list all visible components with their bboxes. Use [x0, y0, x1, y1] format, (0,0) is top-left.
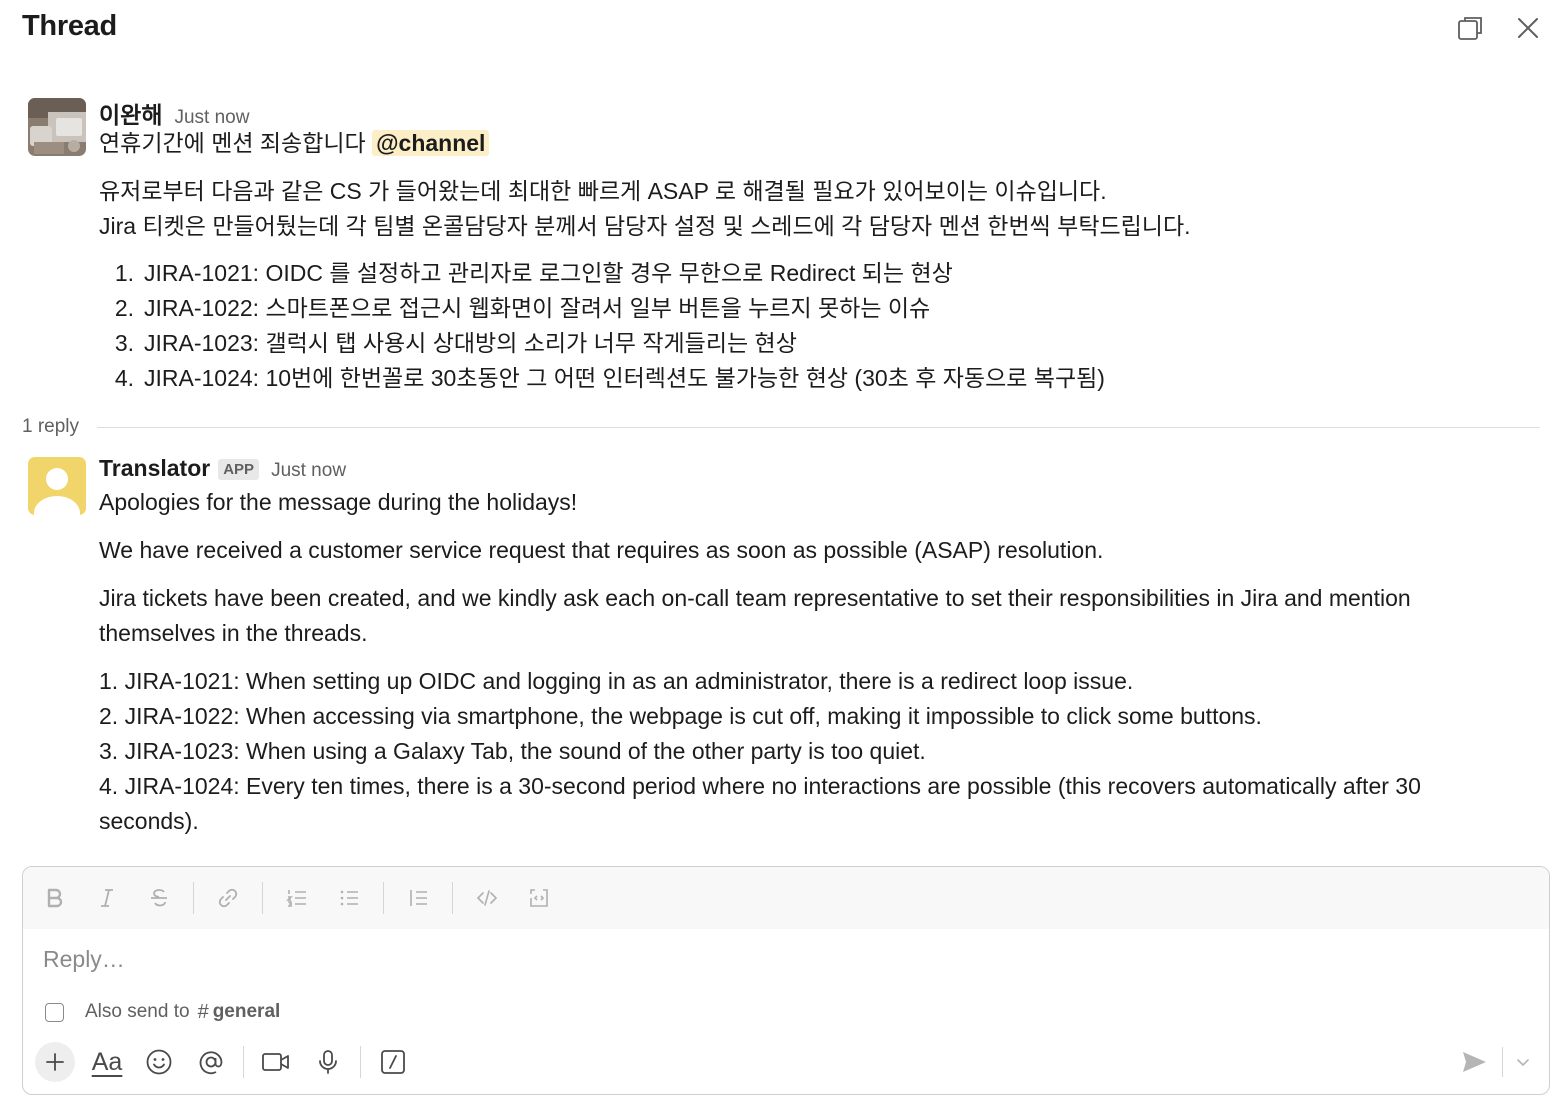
reply-input[interactable]	[43, 937, 1523, 981]
list-item-text: JIRA-1024: 10번에 한번꼴로 30초동안 그 어떤 인터렉션도 불가…	[144, 365, 1105, 391]
open-in-new-window-icon	[1458, 17, 1482, 40]
slash-command-icon	[381, 1050, 405, 1074]
chevron-down-icon	[1517, 1059, 1529, 1067]
list-number: 2.	[114, 295, 134, 321]
list-item-text: JIRA-1022: 스마트폰으로 접근시 웹화면이 잘려서 일부 버튼을 누르…	[144, 295, 931, 321]
timestamp[interactable]: Just now	[271, 460, 346, 482]
issue-list: 1. JIRA-1021: OIDC 를 설정하고 관리자로 로그인할 경우 무한…	[99, 256, 1508, 396]
send-button[interactable]	[1454, 1043, 1494, 1081]
list-item: 1. JIRA-1021: When setting up OIDC and l…	[99, 668, 1134, 694]
formatting-toolbar	[23, 867, 1549, 929]
list-item-text: JIRA-1021: OIDC 를 설정하고 관리자로 로그인할 경우 무한으로…	[144, 260, 953, 286]
author-name[interactable]: 이완해	[99, 96, 162, 130]
strikethrough-icon	[151, 889, 167, 907]
video-icon	[262, 1053, 289, 1071]
list-item: 1. JIRA-1021: OIDC 를 설정하고 관리자로 로그인할 경우 무한…	[99, 256, 1508, 291]
microphone-icon	[319, 1050, 337, 1074]
also-send-option: Also send to # general	[45, 999, 280, 1025]
list-item: 2. JIRA-1022: When accessing via smartph…	[99, 703, 1262, 729]
bulleted-list-icon	[340, 890, 358, 906]
slash-command-button[interactable]	[373, 1042, 413, 1082]
italic-icon	[101, 889, 113, 907]
thread-header: Thread	[0, 0, 1568, 58]
ordered-list-button[interactable]	[279, 880, 315, 916]
divider-line	[97, 426, 1540, 428]
list-item: 3. JIRA-1023: When using a Galaxy Tab, t…	[99, 738, 926, 764]
also-send-label: Also send to	[85, 1001, 190, 1022]
bold-icon	[47, 888, 63, 908]
default-user-avatar-icon	[28, 457, 86, 515]
send-icon	[1463, 1052, 1486, 1072]
ordered-list-icon	[286, 890, 306, 907]
plus-icon	[46, 1053, 64, 1071]
list-item-text: JIRA-1023: 갤럭시 탭 사용시 상대방의 소리가 너무 작게들리는 현…	[144, 330, 797, 356]
user-photo-avatar	[28, 98, 86, 156]
mention-icon	[199, 1051, 223, 1075]
emoji-icon	[146, 1049, 172, 1075]
message-paragraph: Jira tickets have been created, and we k…	[99, 585, 1411, 646]
message-paragraph: Jira 티켓은 만들어뒀는데 각 팀별 온콜담당자 분께서 담당자 설정 및 …	[99, 213, 1191, 239]
message-paragraph: 유저로부터 다음과 같은 CS 가 들어왔는데 최대한 빠르게 ASAP 로 해…	[99, 178, 1107, 204]
code-button[interactable]	[469, 880, 505, 916]
text-format-icon: Aa	[91, 1047, 123, 1076]
message-line: 연휴기간에 멘션 죄송합니다 @channel	[99, 126, 1508, 161]
strikethrough-button[interactable]	[141, 880, 177, 916]
reply-count-divider: 1 reply	[22, 412, 1540, 442]
attach-button[interactable]	[35, 1042, 75, 1082]
code-block-icon	[530, 889, 548, 907]
list-number: 3.	[114, 330, 134, 356]
list-item: 4. JIRA-1024: 10번에 한번꼴로 30초동안 그 어떤 인터렉션도 …	[99, 361, 1508, 396]
schedule-send-button[interactable]	[1511, 1043, 1535, 1081]
italic-button[interactable]	[89, 880, 125, 916]
list-number: 1.	[114, 260, 134, 286]
composer-actions: Aa	[35, 1041, 425, 1083]
app-badge: APP	[218, 459, 260, 480]
channel-mention[interactable]: @channel	[372, 130, 490, 156]
channel-hash-icon: #	[197, 1000, 209, 1023]
reply-count: 1 reply	[22, 416, 80, 437]
blockquote-icon	[410, 890, 427, 906]
also-send-checkbox[interactable]	[45, 1002, 64, 1022]
message-content: Translator APP Just now Apologies for th…	[99, 455, 1508, 839]
app-avatar[interactable]	[28, 457, 86, 515]
text-format-button[interactable]: Aa	[87, 1042, 127, 1082]
message-paragraph: Apologies for the message during the hol…	[99, 489, 578, 515]
video-clip-button[interactable]	[256, 1042, 296, 1082]
message-text: 연휴기간에 멘션 죄송합니다	[99, 130, 373, 156]
blockquote-button[interactable]	[400, 880, 436, 916]
bold-button[interactable]	[37, 880, 73, 916]
channel-name[interactable]: general	[213, 1001, 281, 1023]
open-in-window-button[interactable]	[1452, 10, 1488, 46]
author-name[interactable]: Translator	[99, 455, 210, 482]
emoji-button[interactable]	[139, 1042, 179, 1082]
avatar[interactable]	[28, 98, 86, 156]
list-item: 2. JIRA-1022: 스마트폰으로 접근시 웹화면이 잘려서 일부 버튼을 …	[99, 291, 1508, 326]
list-item: 3. JIRA-1023: 갤럭시 탭 사용시 상대방의 소리가 너무 작게들리는…	[99, 326, 1508, 361]
reply-composer: Also send to # general Aa	[22, 866, 1550, 1095]
message-paragraph: We have received a customer service requ…	[99, 537, 1104, 563]
link-button[interactable]	[210, 880, 246, 916]
send-controls	[1454, 1043, 1535, 1081]
list-number: 4.	[114, 365, 134, 391]
code-icon	[476, 890, 498, 906]
thread-title: Thread	[22, 10, 117, 42]
code-block-button[interactable]	[521, 880, 557, 916]
audio-clip-button[interactable]	[308, 1042, 348, 1082]
list-item: 4. JIRA-1024: Every ten times, there is …	[99, 773, 1421, 834]
close-icon	[1518, 18, 1538, 38]
message-content: 이완해 Just now 연휴기간에 멘션 죄송합니다 @channel 유저로…	[99, 96, 1508, 396]
link-icon	[218, 888, 238, 908]
bulleted-list-button[interactable]	[331, 880, 367, 916]
close-button[interactable]	[1510, 10, 1546, 46]
mention-button[interactable]	[191, 1042, 231, 1082]
